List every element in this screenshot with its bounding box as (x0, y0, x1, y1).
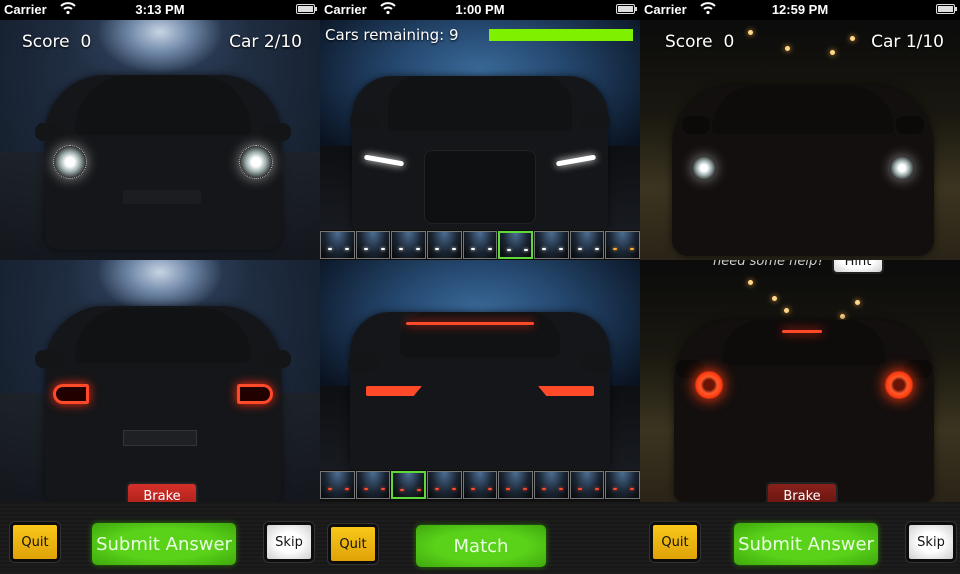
rear-thumbnail[interactable] (427, 471, 462, 499)
rear-thumbnail[interactable] (320, 471, 355, 499)
headlight-left (692, 156, 716, 180)
front-view-panel: Score 0 Car 2/10 (0, 20, 320, 260)
bottom-toolbar: Quit Submit Answer Skip (640, 502, 960, 574)
clock: 1:00 PM (455, 2, 505, 17)
headlight-right (555, 154, 597, 167)
car-rear-silhouette (674, 320, 934, 502)
time-progress-bar (489, 29, 633, 41)
score-display: Score 0 (665, 32, 735, 52)
third-brake-light (406, 322, 534, 325)
rear-thumbnail-strip (320, 470, 640, 500)
battery-icon (296, 4, 317, 14)
front-thumbnail[interactable] (355, 231, 391, 259)
car-rear-silhouette (348, 312, 612, 470)
help-prompt: need some help? (713, 260, 825, 269)
status-bar: Carrier 12:59 PM (640, 0, 960, 20)
taillight-left (53, 384, 89, 404)
bottom-toolbar: Quit Submit Answer Skip (0, 502, 320, 574)
rear-thumbnail[interactable] (462, 471, 498, 499)
front-thumbnail[interactable] (569, 231, 605, 259)
skip-button[interactable]: Skip (264, 522, 314, 562)
score-value: 0 (80, 32, 92, 52)
rear-view-panel (320, 260, 640, 470)
taillight-right (884, 370, 914, 400)
score-value: 0 (723, 32, 735, 52)
status-bar: Carrier 3:13 PM (0, 0, 320, 20)
clock: 12:59 PM (771, 2, 829, 17)
status-bar: Carrier 1:00 PM (320, 0, 640, 20)
taillight-left (366, 386, 422, 396)
hint-button[interactable]: Hint (832, 260, 884, 274)
rear-thumbnail[interactable] (391, 471, 427, 499)
car-front-silhouette (35, 75, 291, 250)
rear-thumbnail[interactable] (355, 471, 391, 499)
skip-button[interactable]: Skip (906, 522, 956, 562)
match-button[interactable]: Match (416, 525, 546, 567)
quit-button[interactable]: Quit (328, 524, 378, 564)
front-thumbnail[interactable] (462, 231, 498, 259)
quit-button[interactable]: Quit (10, 522, 60, 562)
front-thumbnail-strip (320, 230, 640, 260)
battery-icon (616, 4, 637, 14)
front-thumbnail[interactable] (498, 231, 534, 259)
rear-view-panel: Brake (0, 260, 320, 502)
headlight-right (890, 156, 914, 180)
headlight-left (363, 154, 405, 167)
taillight-right (538, 386, 594, 396)
submit-answer-button[interactable]: Submit Answer (92, 523, 236, 565)
screen-guess-beetle: Carrier 3:13 PM Score 0 Car 2/10 Brake Q… (0, 0, 320, 574)
front-thumbnail[interactable] (320, 231, 355, 259)
car-front-silhouette (672, 86, 934, 256)
rear-thumbnail[interactable] (498, 471, 534, 499)
headlight-left (53, 145, 87, 179)
quit-button[interactable]: Quit (650, 522, 700, 562)
screen-guess-ferrari: Carrier 12:59 PM Score 0 Car 1/10 need s… (640, 0, 960, 574)
front-thumbnail[interactable] (605, 231, 640, 259)
brake-button[interactable]: Brake (126, 482, 198, 502)
taillight-left (694, 370, 724, 400)
car-counter: Car 2/10 (229, 32, 302, 52)
submit-answer-button[interactable]: Submit Answer (734, 523, 878, 565)
car-counter: Car 1/10 (871, 32, 944, 52)
brake-button[interactable]: Brake (766, 482, 838, 502)
rear-thumbnail[interactable] (569, 471, 605, 499)
rear-thumbnail[interactable] (534, 471, 569, 499)
headlight-right (239, 145, 273, 179)
progress-fill (489, 29, 633, 41)
score-display: Score 0 (22, 32, 92, 52)
cars-remaining: Cars remaining: 9 (325, 26, 459, 44)
front-thumbnail[interactable] (534, 231, 569, 259)
front-view-panel: Score 0 Car 1/10 (640, 20, 960, 260)
front-view-panel: Cars remaining: 9 (320, 20, 640, 230)
bottom-toolbar: Quit Match (320, 502, 640, 574)
rear-thumbnail[interactable] (605, 471, 640, 499)
car-front-silhouette (350, 76, 610, 230)
third-brake-light (782, 330, 822, 333)
battery-icon (936, 4, 957, 14)
front-thumbnail[interactable] (427, 231, 462, 259)
screen-match-audi: Carrier 1:00 PM Cars remaining: 9 Quit M… (320, 0, 640, 574)
rear-view-panel: need some help? Hint Brake (640, 260, 960, 502)
clock: 3:13 PM (135, 2, 185, 17)
taillight-right (237, 384, 273, 404)
front-thumbnail[interactable] (391, 231, 427, 259)
car-rear-silhouette (35, 306, 291, 502)
